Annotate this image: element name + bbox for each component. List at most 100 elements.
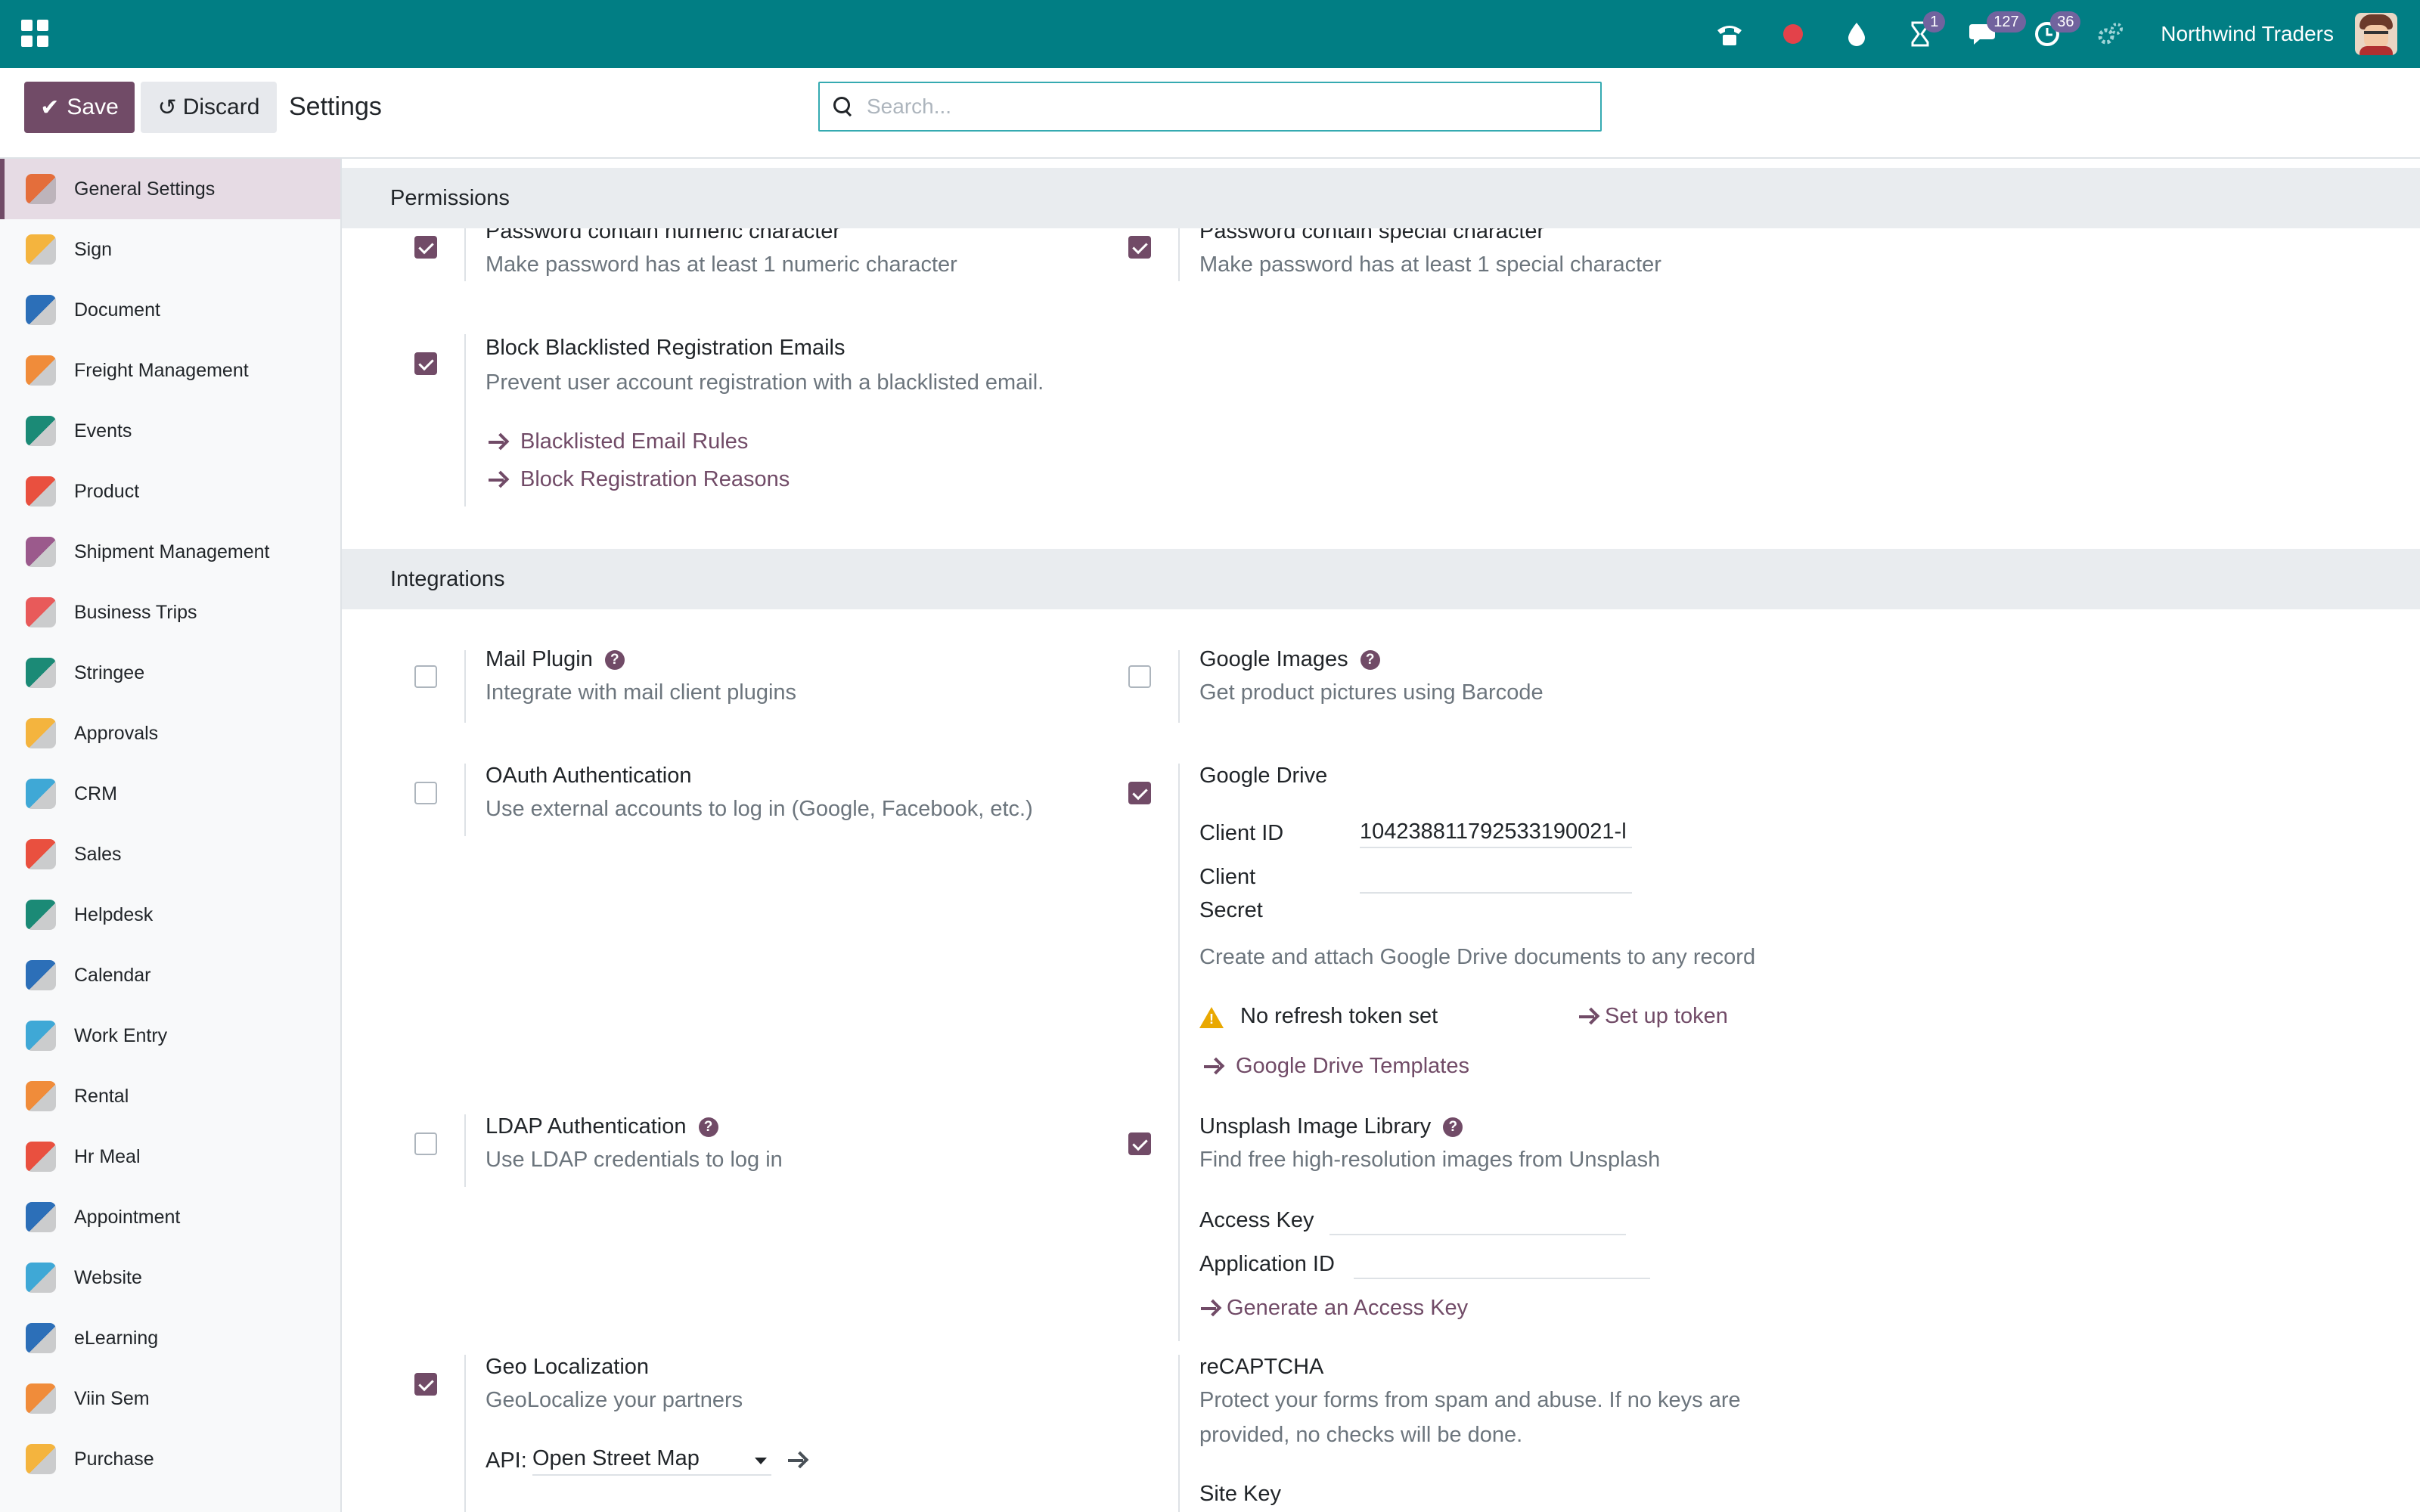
sidebar-item-calendar[interactable]: Calendar bbox=[0, 945, 340, 1005]
activities-badge: 1 bbox=[1923, 11, 1946, 33]
google-images-title-text: Google Images bbox=[1199, 647, 1348, 671]
google-images-checkbox[interactable] bbox=[1128, 665, 1151, 688]
sidebar-item-label: Calendar bbox=[74, 964, 151, 986]
sidebar-item-label: Helpdesk bbox=[74, 903, 154, 925]
recaptcha-desc-line1: Protect your forms from spam and abuse. … bbox=[1199, 1388, 1741, 1412]
geo-localization-desc: GeoLocalize your partners bbox=[486, 1388, 743, 1412]
phone-icon[interactable] bbox=[1714, 19, 1745, 49]
save-button[interactable]: ✔ Save bbox=[24, 82, 135, 133]
sidebar-item-sign[interactable]: Sign bbox=[0, 219, 340, 280]
sidebar-item-viin-sem[interactable]: Viin Sem bbox=[0, 1368, 340, 1429]
sidebar-item-helpdesk[interactable]: Helpdesk bbox=[0, 885, 340, 945]
elearning-app-icon bbox=[26, 1323, 56, 1353]
help-icon[interactable]: ? bbox=[1443, 1117, 1463, 1138]
client-secret-input[interactable] bbox=[1360, 862, 1632, 894]
helpdesk-app-icon bbox=[26, 900, 56, 930]
set-up-token-link[interactable]: Set up token bbox=[1579, 1004, 1728, 1029]
settings-icon[interactable] bbox=[2096, 19, 2126, 49]
caret-down-icon bbox=[755, 1458, 767, 1464]
google-drive-checkbox[interactable] bbox=[1128, 782, 1151, 804]
drop-icon[interactable] bbox=[1841, 19, 1872, 49]
sidebar-item-freight-management[interactable]: Freight Management bbox=[0, 340, 340, 401]
freight-app-icon bbox=[26, 355, 56, 386]
sidebar-item-stringee[interactable]: Stringee bbox=[0, 643, 340, 703]
calendar-app-icon bbox=[26, 960, 56, 990]
record-icon[interactable] bbox=[1778, 19, 1808, 49]
ldap-checkbox[interactable] bbox=[414, 1132, 437, 1155]
hourglass-icon[interactable]: 1 bbox=[1905, 11, 1946, 49]
divider bbox=[464, 1114, 466, 1187]
sidebar-item-events[interactable]: Events bbox=[0, 401, 340, 461]
warning-icon bbox=[1199, 1007, 1224, 1028]
block-registration-reasons-link[interactable]: Block Registration Reasons bbox=[489, 467, 790, 492]
search-input[interactable] bbox=[867, 94, 1547, 119]
blacklist-checkbox[interactable] bbox=[414, 352, 437, 375]
client-id-input[interactable] bbox=[1360, 816, 1632, 848]
clock-icon[interactable]: 36 bbox=[2032, 11, 2081, 49]
blacklisted-email-rules-label: Blacklisted Email Rules bbox=[520, 429, 749, 454]
company-name[interactable]: Northwind Traders bbox=[2161, 22, 2334, 46]
geo-localization-checkbox[interactable] bbox=[414, 1373, 437, 1396]
chat-icon[interactable]: 127 bbox=[1969, 11, 2026, 49]
sidebar-item-elearning[interactable]: eLearning bbox=[0, 1308, 340, 1368]
generate-access-key-link[interactable]: Generate an Access Key bbox=[1201, 1296, 1468, 1321]
control-panel: ✔ Save ↺ Discard Settings bbox=[0, 68, 2420, 159]
sign-app-icon bbox=[26, 234, 56, 265]
sidebar-item-label: Appointment bbox=[74, 1206, 181, 1228]
stringee-app-icon bbox=[26, 658, 56, 688]
client-secret-label-line1: Client bbox=[1199, 865, 1256, 889]
settings-sidebar: General Settings Sign Document Freight Mana… bbox=[0, 159, 342, 1512]
sidebar-item-website[interactable]: Website bbox=[0, 1247, 340, 1308]
search-box[interactable] bbox=[818, 82, 1602, 132]
sidebar-item-business-trips[interactable]: Business Trips bbox=[0, 582, 340, 643]
blacklisted-email-rules-link[interactable]: Blacklisted Email Rules bbox=[489, 429, 748, 454]
oauth-checkbox[interactable] bbox=[414, 782, 437, 804]
sidebar-item-work-entry[interactable]: Work Entry bbox=[0, 1005, 340, 1066]
timer-badge: 36 bbox=[2050, 11, 2081, 33]
unsplash-title-text: Unsplash Image Library bbox=[1199, 1114, 1432, 1139]
arrow-right-icon bbox=[489, 471, 507, 489]
approvals-app-icon bbox=[26, 718, 56, 748]
sidebar-item-hr-meal[interactable]: Hr Meal bbox=[0, 1126, 340, 1187]
sidebar-item-general-settings[interactable]: General Settings bbox=[0, 159, 340, 219]
geo-api-open-link[interactable] bbox=[788, 1452, 820, 1473]
access-key-input[interactable] bbox=[1329, 1204, 1626, 1235]
help-icon[interactable]: ? bbox=[698, 1117, 718, 1138]
sidebar-item-document[interactable]: Document bbox=[0, 280, 340, 340]
sidebar-item-approvals[interactable]: Approvals bbox=[0, 703, 340, 764]
recaptcha-desc-line2: provided, no checks will be done. bbox=[1199, 1423, 1523, 1447]
sidebar-item-purchase[interactable]: Purchase bbox=[0, 1429, 340, 1489]
sidebar-item-label: Business Trips bbox=[74, 601, 197, 623]
help-icon[interactable]: ? bbox=[604, 650, 625, 671]
sidebar-item-appointment[interactable]: Appointment bbox=[0, 1187, 340, 1247]
sidebar-item-shipment-management[interactable]: Shipment Management bbox=[0, 522, 340, 582]
sidebar-item-label: Sales bbox=[74, 843, 122, 865]
meal-app-icon bbox=[26, 1142, 56, 1172]
geo-api-select[interactable]: Open Street Map bbox=[532, 1442, 771, 1476]
sidebar-item-rental[interactable]: Rental bbox=[0, 1066, 340, 1126]
sidebar-item-crm[interactable]: CRM bbox=[0, 764, 340, 824]
refresh-token-warning: No refresh token set bbox=[1240, 1004, 1438, 1028]
unsplash-checkbox[interactable] bbox=[1128, 1132, 1151, 1155]
discard-button[interactable]: ↺ Discard bbox=[141, 82, 277, 133]
divider bbox=[1178, 650, 1180, 723]
application-id-input[interactable] bbox=[1354, 1247, 1650, 1279]
apps-menu-icon[interactable] bbox=[21, 20, 48, 47]
help-icon[interactable]: ? bbox=[1360, 650, 1380, 671]
sidebar-item-product[interactable]: Product bbox=[0, 461, 340, 522]
google-drive-templates-link[interactable]: Google Drive Templates bbox=[1204, 1054, 1469, 1079]
arrow-right-icon bbox=[1204, 1058, 1222, 1076]
divider bbox=[1178, 228, 1180, 281]
sidebar-item-sales[interactable]: Sales bbox=[0, 824, 340, 885]
sidebar-item-label: Shipment Management bbox=[74, 541, 270, 562]
divider bbox=[464, 228, 466, 281]
mail-plugin-checkbox[interactable] bbox=[414, 665, 437, 688]
sidebar-item-label: Hr Meal bbox=[74, 1145, 141, 1167]
ldap-title: LDAP Authentication? bbox=[486, 1114, 718, 1139]
rental-app-icon bbox=[26, 1081, 56, 1111]
special-checkbox[interactable] bbox=[1128, 236, 1151, 259]
sidebar-item-label: Viin Sem bbox=[74, 1387, 150, 1409]
google-drive-desc: Create and attach Google Drive documents… bbox=[1199, 945, 1756, 969]
numeric-checkbox[interactable] bbox=[414, 236, 437, 259]
user-avatar[interactable] bbox=[2355, 13, 2397, 55]
